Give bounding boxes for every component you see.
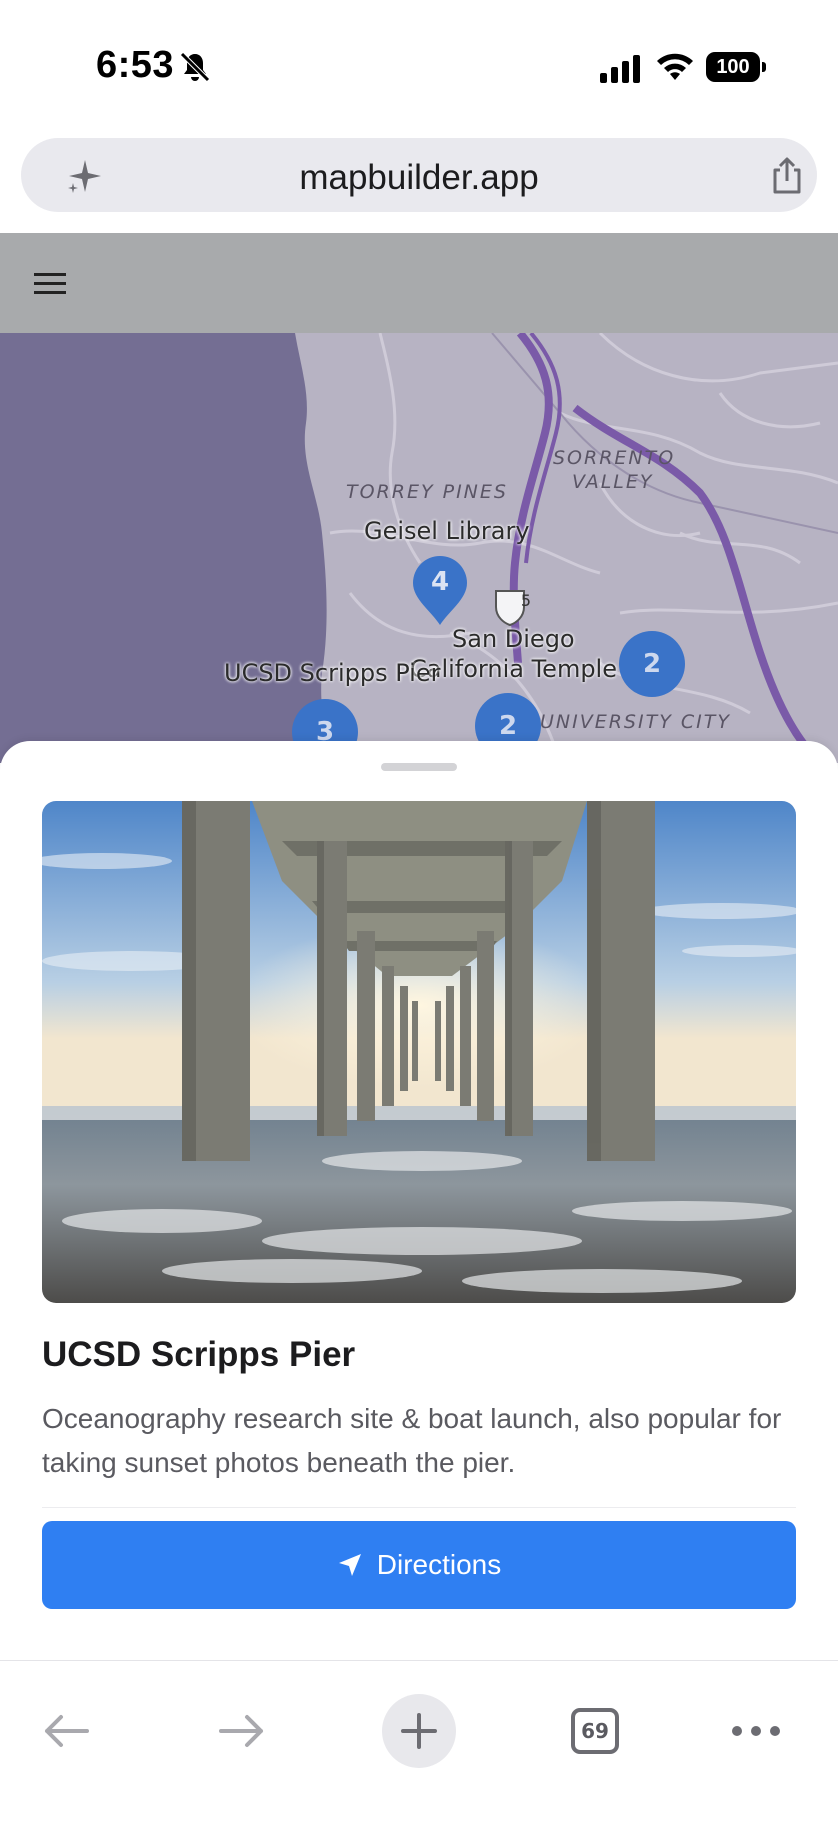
navigation-arrow-icon [338, 1554, 361, 1576]
battery-level: 100 [706, 52, 760, 82]
back-arrow-icon [45, 1715, 89, 1747]
back-button[interactable] [26, 1691, 106, 1771]
browser-toolbar: 69 [0, 1660, 838, 1822]
directions-button[interactable]: Directions [42, 1521, 796, 1609]
place-description: Oceanography research site & boat launch… [42, 1403, 782, 1478]
map-pin-marker[interactable]: 4 [411, 555, 469, 627]
app-header [0, 233, 838, 333]
wifi-icon [657, 53, 693, 80]
poi-label-california-temple[interactable]: California Temple [410, 655, 617, 683]
bell-slash-icon [180, 52, 210, 82]
place-photo [42, 801, 796, 1303]
area-label-torrey-pines: TORREY PINES [346, 481, 508, 503]
poi-label-san-diego[interactable]: San Diego [452, 625, 575, 653]
more-icon [732, 1726, 780, 1736]
url-text[interactable]: mapbuilder.app [21, 158, 817, 198]
directions-label: Directions [376, 1549, 502, 1580]
cellular-signal-icon [600, 55, 640, 83]
map-cluster-marker[interactable]: 2 [619, 631, 685, 697]
hamburger-menu-icon[interactable] [34, 269, 66, 297]
pier-photo-image [42, 801, 796, 1303]
tabs-button[interactable]: 69 [555, 1691, 635, 1771]
status-bar: 6:53 100 [0, 0, 838, 120]
status-time: 6:53 [96, 44, 175, 86]
place-detail-sheet: UCSD Scripps Pier Oceanography research … [0, 741, 838, 1661]
map-canvas[interactable] [0, 333, 838, 763]
forward-button[interactable] [202, 1691, 282, 1771]
area-label-university-city: UNIVERSITY CITY [540, 711, 731, 733]
place-title: UCSD Scripps Pier [42, 1335, 356, 1374]
new-tab-button[interactable] [379, 1691, 459, 1771]
divider [42, 1507, 796, 1508]
area-label-valley: VALLEY [572, 471, 654, 493]
forward-arrow-icon [219, 1715, 263, 1747]
pin-count: 4 [430, 567, 450, 597]
plus-icon [401, 1713, 437, 1749]
more-button[interactable] [716, 1691, 796, 1771]
poi-label-geisel-library[interactable]: Geisel Library [364, 517, 530, 545]
map-view[interactable]: 5 TORREY PINES SORRENTO VALLEY UNIVERSIT… [0, 333, 838, 763]
poi-label-ucsd-scripps-pier[interactable]: UCSD Scripps Pier [224, 659, 440, 687]
tabs-icon: 69 [571, 1708, 619, 1754]
address-bar[interactable]: mapbuilder.app [21, 138, 817, 212]
highway-shield: 5 [520, 591, 532, 610]
battery-icon: 100 [706, 52, 766, 82]
area-label-sorrento: SORRENTO [553, 447, 676, 469]
sheet-grabber[interactable] [381, 763, 457, 771]
share-icon[interactable] [767, 156, 807, 196]
